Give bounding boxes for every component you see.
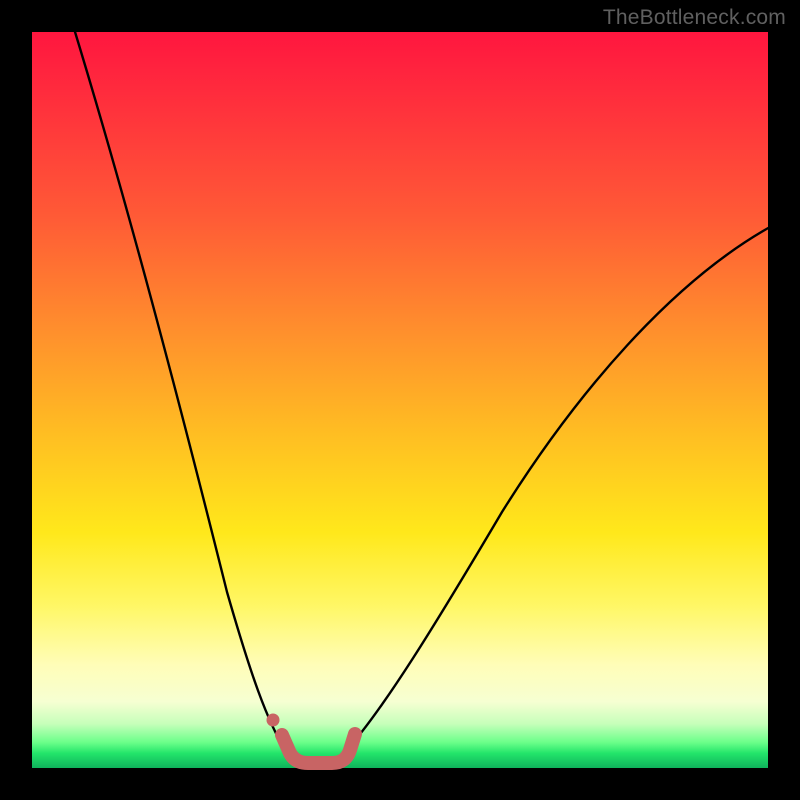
curve-right-arm [344, 227, 770, 753]
chart-frame: TheBottleneck.com [0, 0, 800, 800]
marker-dot [267, 714, 280, 727]
curve-left-arm [72, 22, 287, 753]
optimal-range-marker [282, 734, 355, 763]
plot-area [32, 32, 768, 768]
watermark-text: TheBottleneck.com [603, 6, 786, 30]
bottleneck-curve [32, 32, 768, 768]
